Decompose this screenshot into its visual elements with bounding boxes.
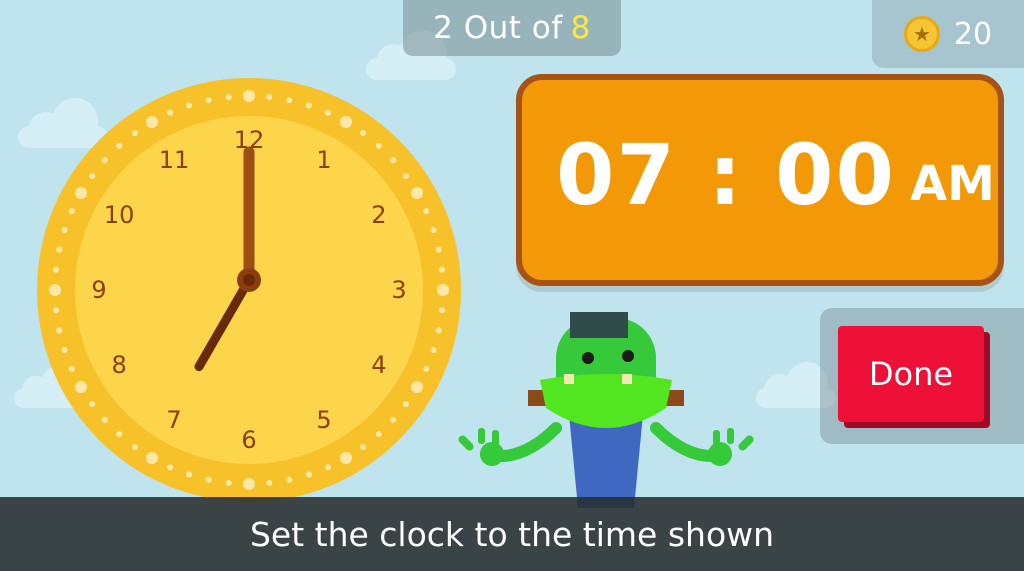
clock-tick xyxy=(49,284,61,296)
clock-tick xyxy=(205,97,212,104)
clock-tick xyxy=(411,187,424,199)
clock-number-9: 9 xyxy=(91,276,107,304)
clock-tick xyxy=(305,102,312,109)
coin-counter: ★ 20 xyxy=(872,0,1024,68)
digital-time: 07 : 00 xyxy=(556,126,896,224)
clock-number-10: 10 xyxy=(103,201,135,229)
clock-tick xyxy=(101,416,108,423)
clock-tick xyxy=(266,94,273,101)
analog-clock[interactable]: 12 1 2 3 4 5 6 7 8 9 10 11 xyxy=(35,76,463,504)
clock-number-6: 6 xyxy=(241,426,257,454)
clock-tick xyxy=(146,115,158,128)
clock-number-2: 2 xyxy=(371,201,387,229)
clock-tick xyxy=(423,365,430,372)
digital-hours: 07 xyxy=(556,126,677,224)
clock-tick xyxy=(61,346,68,353)
clock-tick xyxy=(438,307,445,314)
clock-tick xyxy=(61,227,68,234)
clock-tick xyxy=(116,142,123,149)
clock-tick xyxy=(360,443,367,450)
clock-tick xyxy=(435,327,442,334)
clock-tick xyxy=(186,102,193,109)
clock-tick xyxy=(340,452,352,465)
digital-time-display: 07 : 00 AM xyxy=(516,74,1004,286)
clock-number-7: 7 xyxy=(166,405,182,434)
progress-current-label: 2 Out of xyxy=(433,10,563,46)
clock-tick xyxy=(68,365,75,372)
clock-tick xyxy=(324,109,331,116)
clock-tick xyxy=(167,464,174,471)
clock-number-8: 8 xyxy=(111,351,127,379)
clock-tick xyxy=(324,464,331,471)
clock-tick xyxy=(430,346,437,353)
clock-number-1: 1 xyxy=(316,146,332,175)
clock-tick xyxy=(435,246,442,253)
clock-tick xyxy=(243,90,255,102)
clock-tick xyxy=(286,97,293,104)
star-coin-icon: ★ xyxy=(903,16,940,52)
clock-tick xyxy=(286,476,293,483)
clock-tick xyxy=(89,401,96,408)
clock-number-12: 12 xyxy=(233,126,265,154)
clock-tick xyxy=(53,266,60,273)
clock-number-11: 11 xyxy=(158,146,190,175)
clock-tick xyxy=(411,381,424,393)
monster-character xyxy=(458,312,754,508)
clock-tick xyxy=(225,479,232,486)
clock-tick xyxy=(56,246,63,253)
clock-tick xyxy=(375,431,382,438)
clock-tick xyxy=(74,187,87,199)
question-progress: 2 Out of 8 xyxy=(403,0,621,56)
clock-tick xyxy=(116,431,123,438)
clock-tick xyxy=(438,266,445,273)
clock-tick xyxy=(146,452,158,465)
coin-count: 20 xyxy=(953,16,993,52)
clock-tick xyxy=(74,381,87,393)
clock-tick xyxy=(205,476,212,483)
clock-tick xyxy=(375,142,382,149)
instruction-text: Set the clock to the time shown xyxy=(249,514,775,554)
clock-tick xyxy=(53,307,60,314)
clock-tick xyxy=(131,443,138,450)
instruction-bar: Set the clock to the time shown xyxy=(0,497,1024,571)
clock-number-4: 4 xyxy=(371,351,387,379)
clock-tick xyxy=(56,327,63,334)
clock-tick xyxy=(186,471,193,478)
clock-tick xyxy=(423,208,430,215)
clock-tick xyxy=(167,109,174,116)
clock-tick xyxy=(266,479,273,486)
digital-separator: : xyxy=(708,126,744,224)
clock-tick xyxy=(68,208,75,215)
clock-tick xyxy=(402,172,409,179)
clock-tick xyxy=(340,115,352,128)
done-button[interactable]: Done xyxy=(838,326,984,422)
clock-tick xyxy=(89,172,96,179)
clock-tick xyxy=(225,94,232,101)
digital-ampm: AM xyxy=(910,156,995,212)
clock-tick xyxy=(101,157,108,164)
clock-tick xyxy=(390,157,397,164)
clock-tick xyxy=(131,130,138,137)
clock-tick xyxy=(390,416,397,423)
clock-number-3: 3 xyxy=(391,276,407,304)
clock-tick xyxy=(430,227,437,234)
progress-total: 8 xyxy=(570,10,591,46)
clock-tick xyxy=(243,478,255,490)
clock-tick xyxy=(402,401,409,408)
clock-tick xyxy=(305,471,312,478)
clock-tick xyxy=(437,284,449,296)
clock-number-5: 5 xyxy=(316,405,332,434)
digital-minutes: 00 xyxy=(775,126,896,224)
clock-tick xyxy=(360,130,367,137)
